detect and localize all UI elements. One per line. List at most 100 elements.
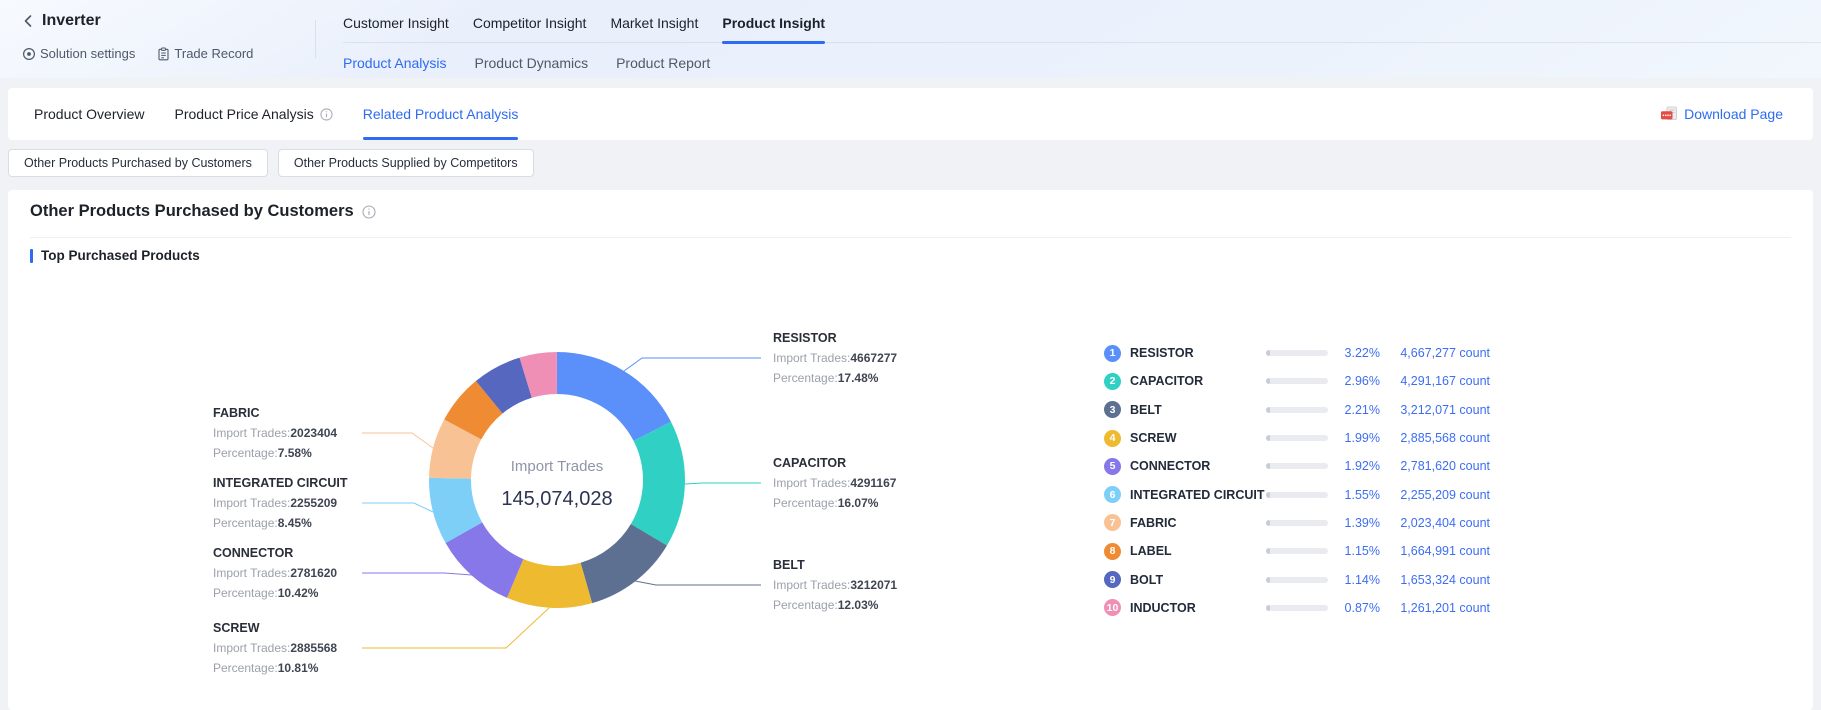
tab-related-product-analysis[interactable]: Related Product Analysis <box>363 88 519 140</box>
page-title: Inverter <box>42 12 101 30</box>
product-rank-row-7[interactable]: 7FABRIC1.39%2,023,404 count <box>1104 509 1490 537</box>
product-name: FABRIC <box>1130 516 1266 530</box>
share-bar-fill <box>1266 407 1270 413</box>
analysis-nav-card: Product Overview Product Price Analysis … <box>8 88 1813 140</box>
tab-label: Competitor Insight <box>473 15 587 31</box>
share-bar <box>1266 378 1328 384</box>
accent-bar <box>30 249 33 263</box>
insight-tabs: Customer Insight Competitor Insight Mark… <box>343 4 1821 43</box>
share-bar-fill <box>1266 605 1270 611</box>
header-divider <box>315 20 316 58</box>
pdf-icon <box>1660 106 1678 122</box>
trade-count: 2,781,620 count <box>1386 459 1490 473</box>
share-bar <box>1266 350 1328 356</box>
product-rank-row-3[interactable]: 3BELT2.21%3,212,071 count <box>1104 396 1490 424</box>
product-rank-row-8[interactable]: 8LABEL1.15%1,664,991 count <box>1104 537 1490 565</box>
product-name: SCREW <box>1130 431 1266 445</box>
product-name: BELT <box>1130 403 1266 417</box>
share-bar <box>1266 577 1328 583</box>
header-actions: Solution settings Trade Record <box>22 46 253 61</box>
solution-settings-button[interactable]: Solution settings <box>22 46 135 61</box>
section-divider <box>30 237 1791 238</box>
section-header: Other Products Purchased by Customers <box>30 202 376 221</box>
callout-line-screw <box>362 608 549 648</box>
back-chevron-icon[interactable] <box>22 14 34 28</box>
product-name: RESISTOR <box>1130 346 1266 360</box>
trade-count: 1,261,201 count <box>1386 601 1490 615</box>
product-name: CONNECTOR <box>1130 459 1266 473</box>
trade-count: 1,664,991 count <box>1386 544 1490 558</box>
download-page-button[interactable]: Download Page <box>1660 88 1783 140</box>
share-bar-fill <box>1266 435 1270 441</box>
info-icon[interactable] <box>362 205 376 219</box>
share-bar-fill <box>1266 463 1270 469</box>
trade-record-label: Trade Record <box>174 46 253 61</box>
filter-supplied-by-competitors-button[interactable]: Other Products Supplied by Competitors <box>278 149 534 177</box>
tab-product-price-analysis[interactable]: Product Price Analysis <box>174 88 332 140</box>
product-name: INDUCTOR <box>1130 601 1266 615</box>
callout-line-fabric <box>362 433 433 448</box>
callout-line-resistor <box>624 358 761 371</box>
analysis-nav-tabs: Product Overview Product Price Analysis … <box>34 88 518 140</box>
share-bar <box>1266 520 1328 526</box>
product-subtabs: Product Analysis Product Dynamics Produc… <box>343 52 1821 74</box>
tab-product-overview[interactable]: Product Overview <box>34 88 144 140</box>
rank-badge: 9 <box>1104 571 1121 588</box>
tab-label: Customer Insight <box>343 15 449 31</box>
share-bar-fill <box>1266 350 1270 356</box>
product-name: LABEL <box>1130 544 1266 558</box>
callout-line-integrated-circuit <box>362 503 433 512</box>
tab-competitor-insight[interactable]: Competitor Insight <box>473 4 587 42</box>
info-icon[interactable] <box>320 108 333 121</box>
product-rank-row-10[interactable]: 10INDUCTOR0.87%1,261,201 count <box>1104 594 1490 622</box>
tab-label: Product Insight <box>722 15 825 31</box>
product-rank-row-6[interactable]: 6INTEGRATED CIRCUIT1.55%2,255,209 count <box>1104 480 1490 508</box>
share-bar-fill <box>1266 492 1270 498</box>
share-percent: 3.22% <box>1328 346 1380 360</box>
section-title: Other Products Purchased by Customers <box>30 202 354 221</box>
share-bar-fill <box>1266 378 1270 384</box>
product-rank-row-2[interactable]: 2CAPACITOR2.96%4,291,167 count <box>1104 367 1490 395</box>
tab-market-insight[interactable]: Market Insight <box>610 4 698 42</box>
product-name: BOLT <box>1130 573 1266 587</box>
donut-slice-capacitor[interactable] <box>631 422 685 546</box>
chart-area: Import Trades 145,074,028 RESISTORImport… <box>8 270 1813 690</box>
share-bar-fill <box>1266 520 1270 526</box>
tab-label: Related Product Analysis <box>363 106 519 122</box>
share-bar <box>1266 407 1328 413</box>
rank-badge: 3 <box>1104 401 1121 418</box>
filter-purchased-by-customers-button[interactable]: Other Products Purchased by Customers <box>8 149 268 177</box>
share-percent: 0.87% <box>1328 601 1380 615</box>
share-percent: 1.39% <box>1328 516 1380 530</box>
tab-label: Product Price Analysis <box>174 106 313 122</box>
subtab-product-report[interactable]: Product Report <box>616 55 710 71</box>
trade-count: 1,653,324 count <box>1386 573 1490 587</box>
share-percent: 1.92% <box>1328 459 1380 473</box>
subtab-product-dynamics[interactable]: Product Dynamics <box>475 55 589 71</box>
donut-chart[interactable] <box>8 270 1013 690</box>
back-control[interactable]: Inverter <box>22 12 101 30</box>
product-rank-row-4[interactable]: 4SCREW1.99%2,885,568 count <box>1104 424 1490 452</box>
product-rank-row-1[interactable]: 1RESISTOR3.22%4,667,277 count <box>1104 339 1490 367</box>
callout-line-belt <box>635 581 761 585</box>
share-bar <box>1266 548 1328 554</box>
tab-customer-insight[interactable]: Customer Insight <box>343 4 449 42</box>
trade-record-button[interactable]: Trade Record <box>157 46 253 61</box>
insight-tabs-block: Customer Insight Competitor Insight Mark… <box>343 4 1821 74</box>
callout-line-connector <box>362 573 472 575</box>
product-rank-row-5[interactable]: 5CONNECTOR1.92%2,781,620 count <box>1104 452 1490 480</box>
tab-product-insight[interactable]: Product Insight <box>722 4 825 42</box>
callout-line-capacitor <box>685 483 761 484</box>
trade-count: 2,885,568 count <box>1386 431 1490 445</box>
rank-badge: 4 <box>1104 430 1121 447</box>
tab-label: Market Insight <box>610 15 698 31</box>
product-name: INTEGRATED CIRCUIT <box>1130 488 1266 502</box>
donut-slice-resistor[interactable] <box>557 352 671 441</box>
tab-label: Product Overview <box>34 106 144 122</box>
share-bar <box>1266 463 1328 469</box>
subtab-product-analysis[interactable]: Product Analysis <box>343 55 447 71</box>
product-rank-row-9[interactable]: 9BOLT1.14%1,653,324 count <box>1104 565 1490 593</box>
trade-count: 2,255,209 count <box>1386 488 1490 502</box>
chart-subtitle: Top Purchased Products <box>41 248 200 263</box>
solution-settings-icon <box>22 47 36 61</box>
